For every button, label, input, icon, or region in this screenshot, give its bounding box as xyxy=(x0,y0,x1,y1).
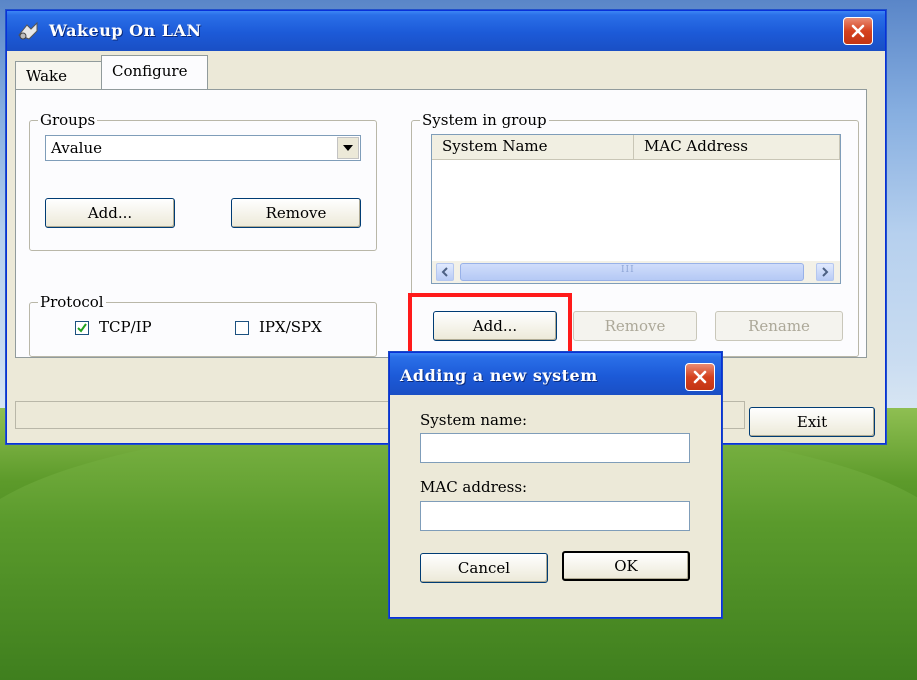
app-icon xyxy=(18,21,38,40)
dropdown-arrow-button[interactable] xyxy=(337,137,359,159)
system-name-label: System name: xyxy=(420,411,528,429)
checkmark-icon xyxy=(77,323,87,333)
close-icon xyxy=(851,24,865,38)
mac-address-field[interactable] xyxy=(420,501,690,531)
tcpip-checkbox[interactable] xyxy=(75,321,89,335)
ipxspx-label: IPX/SPX xyxy=(259,318,322,336)
column-mac-address[interactable]: MAC Address xyxy=(634,135,840,159)
groups-add-button[interactable]: Add... xyxy=(45,198,175,228)
close-icon xyxy=(693,370,707,384)
scroll-thumb[interactable]: III xyxy=(460,263,804,281)
protocol-legend: Protocol xyxy=(38,293,106,311)
chevron-down-icon xyxy=(343,145,353,151)
chevron-right-icon xyxy=(822,267,829,277)
system-in-group-legend: System in group xyxy=(420,111,549,129)
column-system-name[interactable]: System Name xyxy=(432,135,634,159)
system-name-field[interactable] xyxy=(420,433,690,463)
ok-button[interactable]: OK xyxy=(562,551,690,581)
dialog-title-bar[interactable]: Adding a new system xyxy=(390,353,721,395)
window-title: Wakeup On LAN xyxy=(49,21,202,40)
dialog-close-button[interactable] xyxy=(685,363,715,391)
tcpip-label: TCP/IP xyxy=(99,318,152,336)
dialog-title: Adding a new system xyxy=(400,366,598,385)
groups-groupbox: Groups xyxy=(29,111,377,251)
scroll-right-button[interactable] xyxy=(816,263,834,281)
groups-legend: Groups xyxy=(38,111,98,129)
tab-configure-label: Configure xyxy=(112,62,188,80)
list-header: System Name MAC Address xyxy=(432,135,840,160)
ipxspx-checkbox[interactable] xyxy=(235,321,249,335)
system-remove-button[interactable]: Remove xyxy=(573,311,697,341)
tab-wake-label: Wake xyxy=(26,67,68,85)
groups-remove-button[interactable]: Remove xyxy=(231,198,361,228)
cancel-button[interactable]: Cancel xyxy=(420,553,548,583)
adding-new-system-dialog: Adding a new system System name: MAC add… xyxy=(389,352,722,618)
horizontal-scrollbar[interactable]: III xyxy=(432,261,840,283)
title-bar[interactable]: Wakeup On LAN xyxy=(7,11,885,51)
close-button[interactable] xyxy=(843,17,873,45)
chevron-left-icon xyxy=(441,267,448,277)
scroll-grip: III xyxy=(621,265,635,275)
groups-dropdown[interactable]: Avalue xyxy=(45,135,361,161)
system-rename-button[interactable]: Rename xyxy=(715,311,843,341)
tab-configure[interactable]: Configure xyxy=(101,55,208,91)
systems-list[interactable]: System Name MAC Address III xyxy=(431,134,841,284)
exit-button[interactable]: Exit xyxy=(749,407,875,437)
groups-selected-value: Avalue xyxy=(51,139,102,157)
tab-wake[interactable]: Wake xyxy=(15,61,102,89)
scroll-left-button[interactable] xyxy=(436,263,454,281)
mac-address-label: MAC address: xyxy=(420,478,528,496)
